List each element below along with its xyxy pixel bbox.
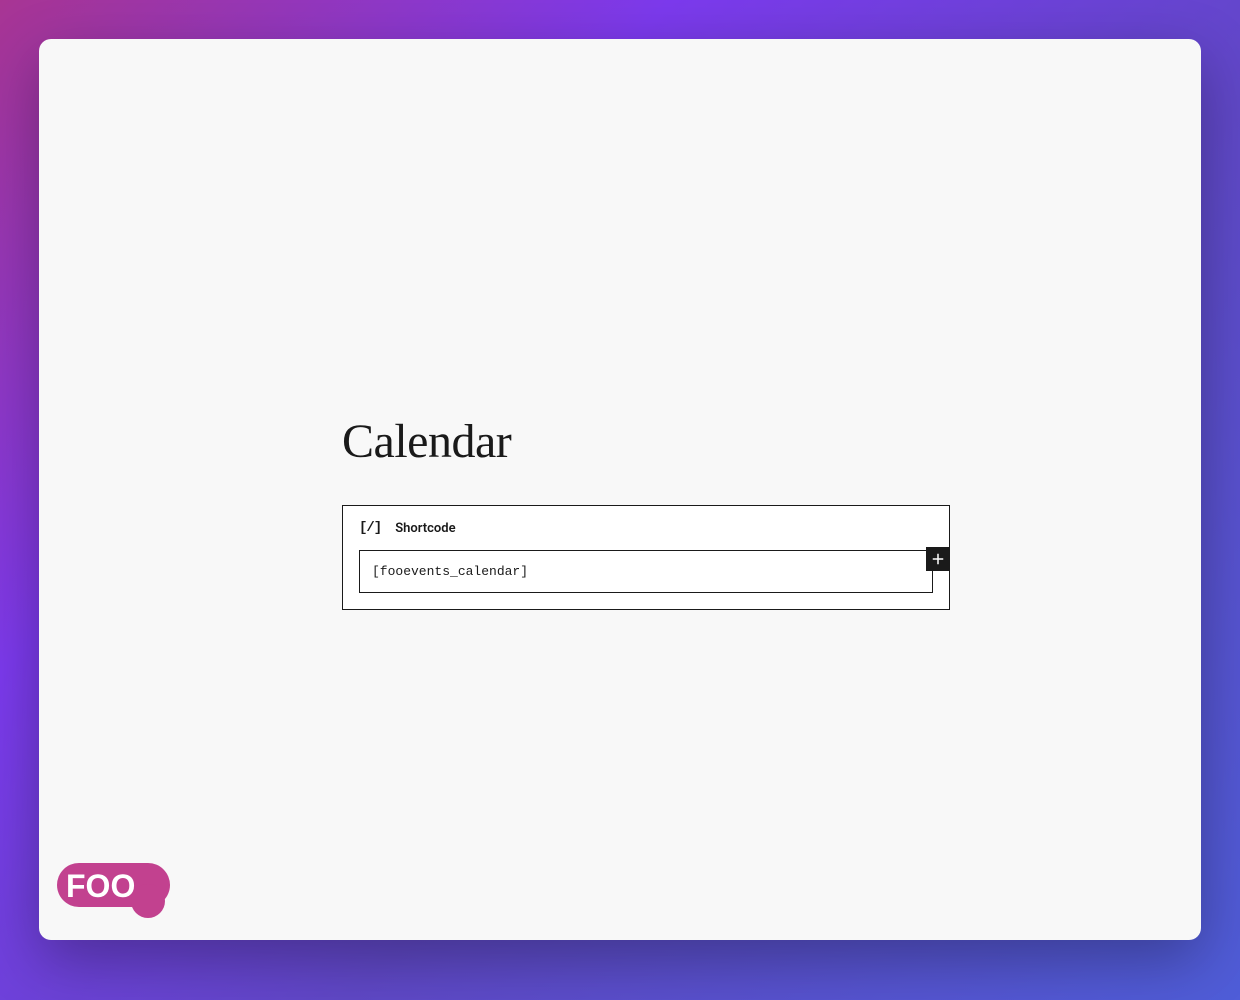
shortcode-icon: [/] [359, 520, 381, 536]
page-title[interactable]: Calendar [342, 414, 950, 469]
plus-icon [929, 550, 947, 568]
content-area: Calendar [/] Shortcode [342, 414, 950, 610]
foo-logo: FOO [57, 863, 170, 918]
shortcode-block[interactable]: [/] Shortcode [342, 505, 950, 610]
shortcode-input[interactable] [359, 550, 933, 593]
shortcode-block-header: [/] Shortcode [359, 520, 933, 536]
editor-canvas: Calendar [/] Shortcode FOO [39, 39, 1201, 940]
shortcode-type-label: Shortcode [395, 521, 455, 536]
add-block-button[interactable] [926, 547, 950, 571]
foo-logo-text: FOO [66, 868, 135, 904]
